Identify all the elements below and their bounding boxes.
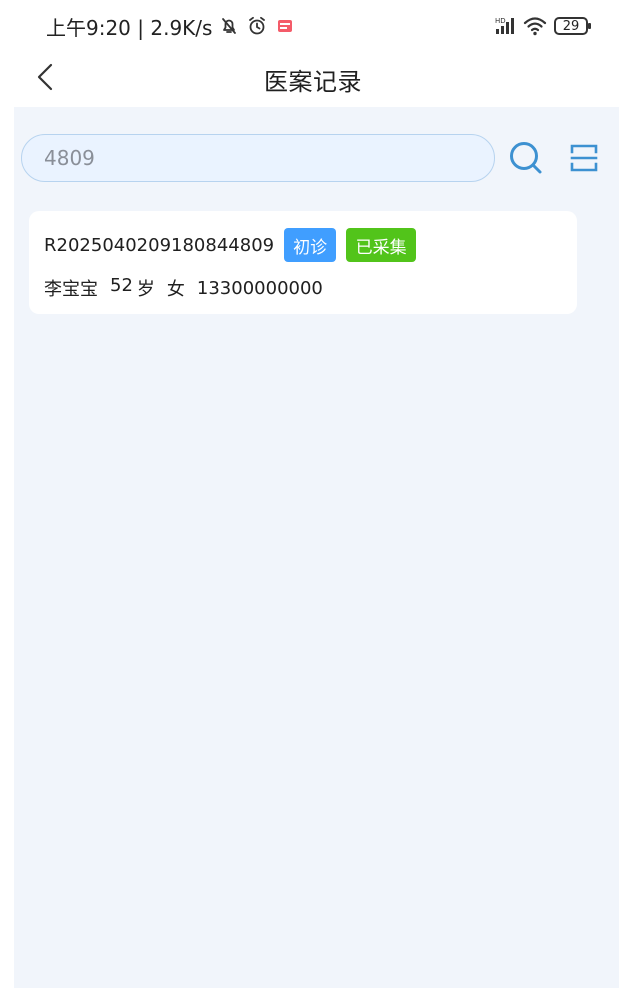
page-title: 医案记录 <box>264 68 362 96</box>
search-input[interactable] <box>22 135 494 181</box>
record-list-page: R2025040209180844809 初诊 已采集 李宝宝 52 岁 女 1… <box>14 107 619 988</box>
status-time-speed: 上午9:20 | 2.9K/s <box>46 15 213 40</box>
status-bar: 上午9:20 | 2.9K/s HD 29 <box>0 0 626 52</box>
record-header-line: R2025040209180844809 初诊 已采集 <box>44 228 577 262</box>
hd-signal-icon: HD <box>494 15 516 37</box>
scan-icon <box>565 144 603 181</box>
svg-text:HD: HD <box>495 17 506 25</box>
battery-icon: 29 <box>554 17 591 35</box>
patient-phone: 13300000000 <box>196 277 323 299</box>
search-icon <box>506 142 546 182</box>
patient-info-line: 李宝宝 52 岁 女 13300000000 <box>44 275 577 301</box>
battery-level: 29 <box>562 18 580 34</box>
wifi-icon <box>522 15 547 37</box>
collection-status-badge: 已采集 <box>346 228 417 262</box>
search-toolbar <box>21 134 609 184</box>
record-card[interactable]: R2025040209180844809 初诊 已采集 李宝宝 52 岁 女 1… <box>29 211 577 314</box>
status-right: HD 29 <box>494 15 591 37</box>
patient-age-unit: 岁 <box>136 279 155 300</box>
search-button[interactable] <box>506 138 546 178</box>
mute-bell-icon <box>218 15 240 37</box>
patient-gender: 女 <box>166 279 185 300</box>
app-badge-icon <box>274 15 296 37</box>
patient-name: 李宝宝 <box>44 279 98 300</box>
alarm-icon <box>246 15 268 37</box>
page-header: 医案记录 <box>0 52 626 107</box>
scan-button[interactable] <box>565 139 603 177</box>
search-field-container[interactable] <box>21 134 495 182</box>
visit-type-badge: 初诊 <box>284 228 337 262</box>
back-button[interactable] <box>24 59 66 101</box>
patient-age: 52 <box>110 275 133 296</box>
patient-age-group: 52 岁 <box>110 275 155 301</box>
status-left: 上午9:20 | 2.9K/s <box>46 12 296 41</box>
record-id: R2025040209180844809 <box>44 234 275 256</box>
chevron-left-icon <box>33 62 57 98</box>
